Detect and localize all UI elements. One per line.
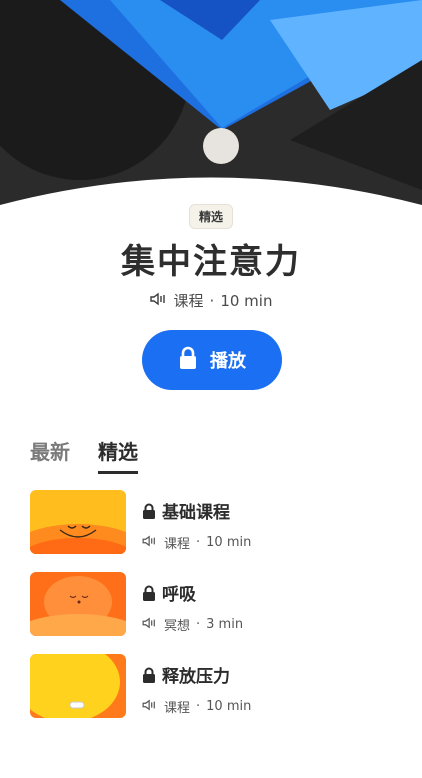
lock-icon [178, 346, 198, 375]
list-item[interactable]: 基础课程 课程 · 10 min [30, 490, 400, 554]
item-title: 基础课程 [162, 503, 230, 523]
meta-separator: · [209, 291, 215, 310]
course-list: 基础课程 课程 · 10 min 呼吸 冥想 · 3 min 释放压力 课程 ·… [30, 490, 400, 736]
item-duration: 10 min [206, 699, 252, 714]
item-title: 释放压力 [162, 667, 230, 687]
featured-badge: 精选 [188, 204, 234, 229]
tab-featured[interactable]: 精选 [98, 436, 138, 474]
item-type: 冥想 [164, 619, 191, 634]
play-button-label: 播放 [210, 351, 246, 372]
course-type: 课程 [173, 292, 204, 310]
item-duration: 10 min [206, 535, 252, 550]
list-item[interactable]: 释放压力 课程 · 10 min [30, 654, 400, 718]
speaker-icon [142, 699, 158, 715]
item-type: 课程 [164, 537, 191, 552]
item-duration: 3 min [206, 617, 244, 632]
hero-illustration [0, 0, 422, 210]
course-meta: 课程 · 10 min [0, 290, 422, 311]
lock-icon [142, 667, 156, 683]
tab-latest[interactable]: 最新 [30, 436, 70, 474]
thumbnail-image [30, 654, 126, 718]
tab-bar: 最新 精选 [30, 436, 138, 474]
speaker-icon [149, 292, 168, 310]
lock-icon [142, 585, 156, 601]
course-duration: 10 min [220, 291, 273, 310]
item-title: 呼吸 [162, 585, 196, 605]
play-button[interactable]: 播放 [142, 330, 282, 390]
meta-separator: · [196, 535, 201, 550]
list-item[interactable]: 呼吸 冥想 · 3 min [30, 572, 400, 636]
thumbnail-image [30, 572, 126, 636]
speaker-icon [142, 617, 158, 633]
meta-separator: · [196, 617, 201, 632]
course-title: 集中注意力 [121, 242, 301, 282]
item-type: 课程 [164, 701, 191, 716]
lock-icon [142, 503, 156, 519]
thumbnail-image [30, 490, 126, 554]
meta-separator: · [196, 699, 201, 714]
speaker-icon [142, 535, 158, 551]
